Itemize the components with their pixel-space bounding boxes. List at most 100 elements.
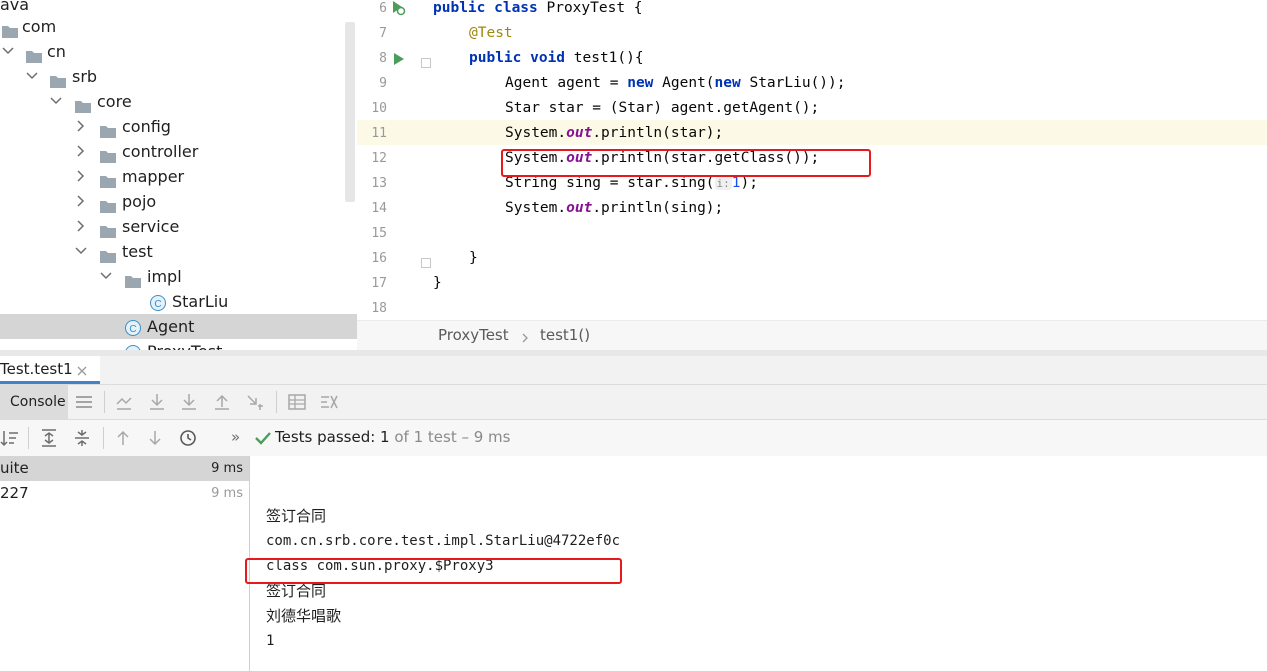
upload-icon[interactable] xyxy=(212,392,232,412)
breadcrumb-class[interactable]: ProxyTest xyxy=(438,326,509,344)
folder-icon xyxy=(26,45,42,63)
history-icon[interactable] xyxy=(178,428,198,448)
fold-icon[interactable] xyxy=(421,253,431,268)
download-icon[interactable] xyxy=(147,392,167,412)
tree-item-starliu[interactable]: C StarLiu xyxy=(0,289,357,314)
folder-icon xyxy=(75,95,91,113)
run-all-tests-icon[interactable] xyxy=(390,0,406,16)
tree-item-agent[interactable]: C Agent xyxy=(0,314,357,339)
chevron-right-icon[interactable] xyxy=(73,139,89,164)
line-number: 16 xyxy=(371,251,387,266)
chevron-right-icon[interactable] xyxy=(73,114,89,139)
tree-item-label: cn xyxy=(47,42,66,61)
line-number: 15 xyxy=(371,226,387,241)
chevron-down-icon[interactable] xyxy=(98,264,114,289)
run-tab[interactable]: Test.test1 xyxy=(0,356,100,384)
tree-item-com[interactable]: com xyxy=(0,14,357,39)
next-test-icon[interactable] xyxy=(145,428,165,448)
collapse-all-icon[interactable] xyxy=(72,428,92,448)
line-number: 14 xyxy=(371,201,387,216)
more-chevron[interactable]: » xyxy=(231,428,240,446)
tree-item-service[interactable]: service xyxy=(0,214,357,239)
filter-lines-icon[interactable] xyxy=(319,392,339,412)
tree-item-label: mapper xyxy=(122,167,185,186)
code-keyword: public void xyxy=(469,50,566,66)
tree-scrollbar[interactable] xyxy=(345,22,355,202)
menu-icon[interactable] xyxy=(74,392,94,412)
chevron-down-icon[interactable] xyxy=(24,64,40,89)
code-text: Agent( xyxy=(653,75,715,91)
tree-item-test[interactable]: test xyxy=(0,239,357,264)
tree-item-mapper[interactable]: mapper xyxy=(0,164,357,189)
tree-item-label: Agent xyxy=(147,317,195,336)
code-line-11: System.out.println(star); xyxy=(505,121,723,146)
table-icon[interactable] xyxy=(287,392,307,412)
toolbar-separator xyxy=(28,427,29,449)
line-number: 13 xyxy=(371,176,387,191)
chevron-right-icon[interactable] xyxy=(73,164,89,189)
code-field: out xyxy=(566,125,593,141)
run-test-icon[interactable] xyxy=(393,51,405,65)
fold-icon[interactable] xyxy=(421,53,431,68)
tree-item-proxytest[interactable]: ProxyTest xyxy=(0,339,357,350)
chevron-right-icon[interactable] xyxy=(73,189,89,214)
test-status-suffix: of 1 test – 9 ms xyxy=(389,428,511,446)
folder-icon xyxy=(100,245,116,263)
tree-item-cn[interactable]: cn xyxy=(0,39,357,64)
tree-item-config[interactable]: config xyxy=(0,114,357,139)
project-tree: ava com cn srb core config controller ma… xyxy=(0,0,357,350)
current-line-highlight xyxy=(357,120,1267,145)
previous-test-icon[interactable] xyxy=(113,428,133,448)
export-icon[interactable] xyxy=(245,392,265,412)
folder-icon xyxy=(100,220,116,238)
line-number: 9 xyxy=(379,76,387,91)
tree-item-impl[interactable]: impl xyxy=(0,264,357,289)
chevron-down-icon[interactable] xyxy=(48,89,64,114)
code-text: .println(star); xyxy=(592,125,724,141)
chevron-down-icon[interactable] xyxy=(0,39,16,64)
code-text: StarLiu()); xyxy=(740,75,846,91)
download-all-icon[interactable] xyxy=(179,392,199,412)
tree-item-pojo[interactable]: pojo xyxy=(0,189,357,214)
tree-item-srb[interactable]: srb xyxy=(0,64,357,89)
code-keyword: new xyxy=(627,75,654,91)
close-icon[interactable] xyxy=(76,362,88,376)
line-number: 6 xyxy=(379,1,387,16)
code-line-9: Agent agent = new Agent(new StarLiu()); xyxy=(505,71,846,96)
code-line-6: public class ProxyTest { xyxy=(433,0,643,21)
code-annotation: @Test xyxy=(469,25,513,41)
code-line-14: System.out.println(sing); xyxy=(505,196,723,221)
code-text: System. xyxy=(505,125,567,141)
tree-item-label: test xyxy=(122,242,153,261)
expand-all-icon[interactable] xyxy=(39,428,59,448)
tree-item-label: core xyxy=(97,92,132,111)
folder-icon xyxy=(100,145,116,163)
code-line-7: @Test xyxy=(469,21,513,46)
tree-item-controller[interactable]: controller xyxy=(0,139,357,164)
tree-item-label: com xyxy=(22,17,57,36)
chevron-down-icon[interactable] xyxy=(73,239,89,264)
console-tab[interactable]: Console xyxy=(0,385,68,419)
code-keyword: new xyxy=(714,75,741,91)
code-text: ); xyxy=(740,175,758,191)
code-number: 1 xyxy=(731,175,741,191)
toolbar-separator xyxy=(276,391,277,413)
breadcrumb-method[interactable]: test1() xyxy=(540,326,590,344)
test-class-icon xyxy=(125,343,141,350)
line-number: 12 xyxy=(371,151,387,166)
line-number: 10 xyxy=(371,101,387,116)
code-text: } xyxy=(433,275,442,291)
scroll-to-end-icon[interactable] xyxy=(114,392,134,412)
test-status: Tests passed: 1 of 1 test – 9 ms xyxy=(275,428,510,446)
test-suite-row[interactable]: uite 9 ms xyxy=(0,456,249,481)
run-tab-label: Test.test1 xyxy=(0,360,73,378)
code-text: String sing = star.sing( xyxy=(505,175,715,191)
test-row[interactable]: 227 9 ms xyxy=(0,481,249,506)
folder-icon xyxy=(2,20,18,38)
code-text: ProxyTest { xyxy=(537,0,643,16)
sort-icon[interactable] xyxy=(0,428,20,448)
tree-item-core[interactable]: core xyxy=(0,89,357,114)
tree-item-label: impl xyxy=(147,267,182,286)
chevron-right-icon[interactable] xyxy=(73,214,89,239)
folder-icon xyxy=(125,270,141,288)
